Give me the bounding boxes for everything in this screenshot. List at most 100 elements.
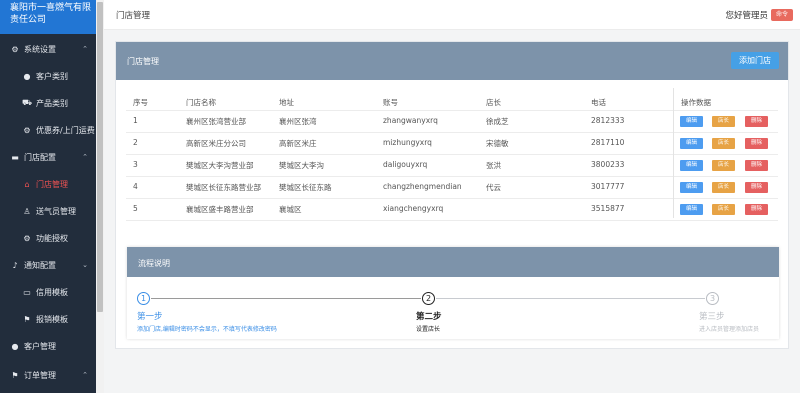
cell-phone: 3800233 <box>591 160 625 169</box>
edit-button[interactable]: 编辑 <box>680 182 703 193</box>
column-header: 账号 <box>383 98 398 107</box>
column-header: 门店名称 <box>186 98 216 107</box>
cell-account: mizhungyxrq <box>383 138 432 147</box>
column-header: 店长 <box>486 98 501 107</box>
cell-manager: 代云 <box>486 183 501 192</box>
bell-icon: ♪ <box>12 260 18 270</box>
sidebar-item-label: 客户类别 <box>36 71 68 81</box>
edit-button[interactable]: 编辑 <box>680 116 703 127</box>
step-description: 进入店员管理添加店员 <box>699 326 760 333</box>
add-store-button[interactable]: 添加门店 <box>731 52 779 69</box>
sidebar-scrollbar[interactable] <box>96 0 104 393</box>
set-manager-button[interactable]: 店长 <box>712 182 735 193</box>
gear-icon: ⚙ <box>11 44 19 54</box>
sidebar-item-label: 通知配置 <box>24 260 56 270</box>
authorize-icon: ⚙ <box>23 233 31 243</box>
step-description: 添加门店,编辑时密码不会显示，不填写代表修改密码 <box>137 326 277 333</box>
card-icon: ▭ <box>23 287 31 297</box>
flag-icon: ⚑ <box>23 314 31 324</box>
delete-button[interactable]: 删除 <box>745 160 768 171</box>
cell-account: changzhengmendian <box>383 182 462 191</box>
edit-button[interactable]: 编辑 <box>680 160 703 171</box>
cell-name: 襄城区盛丰路营业部 <box>186 205 254 214</box>
cell-phone: 2817110 <box>591 138 625 147</box>
store-icon: ▬ <box>11 152 19 162</box>
column-header: 地址 <box>279 98 294 107</box>
sidebar-item-label: 信用模板 <box>36 287 68 297</box>
sidebar-item[interactable]: ⚑ 报销模板 <box>0 308 96 330</box>
company-brand: 襄阳市一喜燃气有限 责任公司 <box>0 0 96 34</box>
chevron-icon: ⌄ <box>82 261 88 269</box>
store-manage-icon: ⌂ <box>24 179 30 189</box>
process-title: 流程说明 <box>138 259 170 268</box>
breadcrumb: 门店管理 <box>116 11 151 21</box>
delete-button[interactable]: 删除 <box>745 204 768 215</box>
row-divider <box>126 132 778 133</box>
user-icon: ● <box>23 71 31 81</box>
cell-address: 襄城区 <box>279 205 302 214</box>
row-divider <box>126 198 778 199</box>
sidebar: 襄阳市一喜燃气有限 责任公司 ⚙ 系统设置 ⌃ ● 客户类别 ⛟ 产品类别 ⚙ 优惠券/上门运费… <box>0 0 96 393</box>
sidebar-item[interactable]: ⛟ 产品类别 <box>0 92 96 114</box>
set-manager-button[interactable]: 店长 <box>712 204 735 215</box>
sidebar-item[interactable]: ▭ 信用模板 <box>0 281 96 303</box>
cell-manager: 宋德敏 <box>486 139 509 148</box>
cell-address: 樊城区长征东路 <box>279 183 332 192</box>
sidebar-item[interactable]: ⌂ 门店管理 <box>0 173 96 195</box>
panel-header: 门店管理 添加门店 <box>116 42 788 80</box>
sidebar-item[interactable]: ⚑ 订单管理 ⌃ <box>0 364 96 386</box>
delete-button[interactable]: 删除 <box>745 138 768 149</box>
sidebar-item[interactable]: ● 客户类别 <box>0 65 96 87</box>
edit-button[interactable]: 编辑 <box>680 138 703 149</box>
sidebar-item[interactable]: ▬ 门店配置 ⌃ <box>0 146 96 168</box>
sidebar-item-label: 客户管理 <box>24 341 56 351</box>
sidebar-item-label: 产品类别 <box>36 98 68 108</box>
cell-phone: 2812333 <box>591 116 625 125</box>
step-title: 第一步 <box>137 312 163 322</box>
step-number-circle: 2 <box>422 292 435 305</box>
coupon-icon: ⚙ <box>23 125 31 135</box>
top-bar: 门店管理 您好管理员 命令 <box>104 0 800 30</box>
sidebar-item[interactable]: ⚙ 优惠券/上门运费 <box>0 119 96 141</box>
sidebar-item-label: 门店管理 <box>36 179 68 189</box>
delete-button[interactable]: 删除 <box>745 182 768 193</box>
command-button[interactable]: 命令 <box>770 9 793 21</box>
cell-account: daligouyxrq <box>383 160 428 169</box>
greeting-text: 您好管理员 <box>725 11 768 21</box>
cell-account: xiangchengyxrq <box>383 204 444 213</box>
sidebar-item[interactable]: ⚙ 功能授权 <box>0 227 96 249</box>
sidebar-item-label: 订单管理 <box>24 370 56 380</box>
cell-no: 3 <box>133 160 138 169</box>
cell-no: 4 <box>133 182 138 191</box>
header-divider <box>126 110 778 111</box>
cell-no: 2 <box>133 138 138 147</box>
step-connector <box>151 298 421 299</box>
cart-icon: ⛟ <box>22 98 33 107</box>
cell-no: 1 <box>133 116 138 125</box>
step-number-circle: 1 <box>137 292 150 305</box>
sidebar-item[interactable]: ♙ 送气员管理 <box>0 200 96 222</box>
step-description: 设置店长 <box>416 326 441 333</box>
sidebar-item[interactable]: ⚙ 系统设置 ⌃ <box>0 38 96 60</box>
panel-title: 门店管理 <box>127 57 159 66</box>
set-manager-button[interactable]: 店长 <box>712 138 735 149</box>
edit-button[interactable]: 编辑 <box>680 204 703 215</box>
column-header: 电话 <box>591 98 606 107</box>
column-header: 序号 <box>133 98 148 107</box>
cell-address: 襄州区张湾 <box>279 117 317 126</box>
sidebar-item-label: 门店配置 <box>24 152 56 162</box>
row-divider <box>126 154 778 155</box>
set-manager-button[interactable]: 店长 <box>712 116 735 127</box>
order-flag-icon: ⚑ <box>11 370 19 380</box>
sidebar-item[interactable]: ● 客户管理 <box>0 335 96 357</box>
chevron-icon: ⌃ <box>82 371 88 379</box>
cell-no: 5 <box>133 204 138 213</box>
sidebar-item-label: 报销模板 <box>36 314 68 324</box>
delete-button[interactable]: 删除 <box>745 116 768 127</box>
column-header: 操作数据 <box>681 98 711 107</box>
customer-icon: ● <box>11 341 19 351</box>
scrollbar-thumb[interactable] <box>97 2 103 312</box>
set-manager-button[interactable]: 店长 <box>712 160 735 171</box>
cell-name: 樊城区大李沟营业部 <box>186 161 254 170</box>
sidebar-item[interactable]: ♪ 通知配置 ⌄ <box>0 254 96 276</box>
